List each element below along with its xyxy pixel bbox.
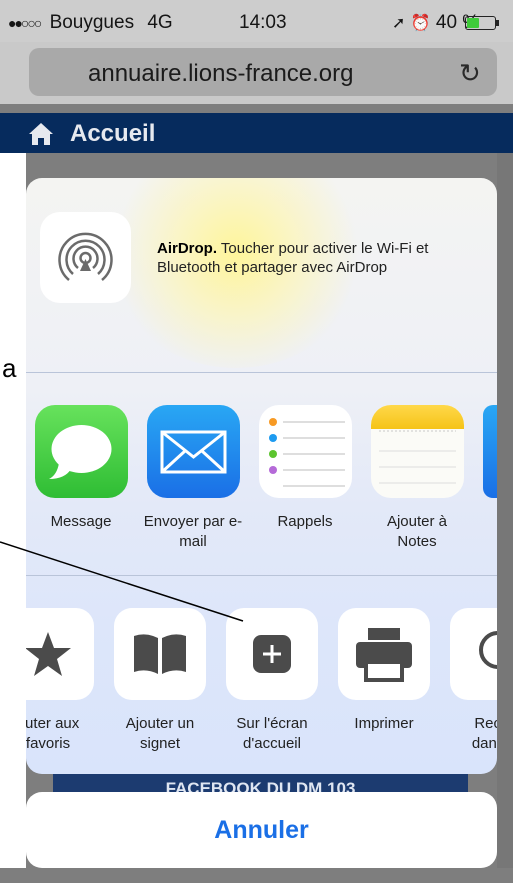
- annotation-pointer-line: [0, 541, 244, 622]
